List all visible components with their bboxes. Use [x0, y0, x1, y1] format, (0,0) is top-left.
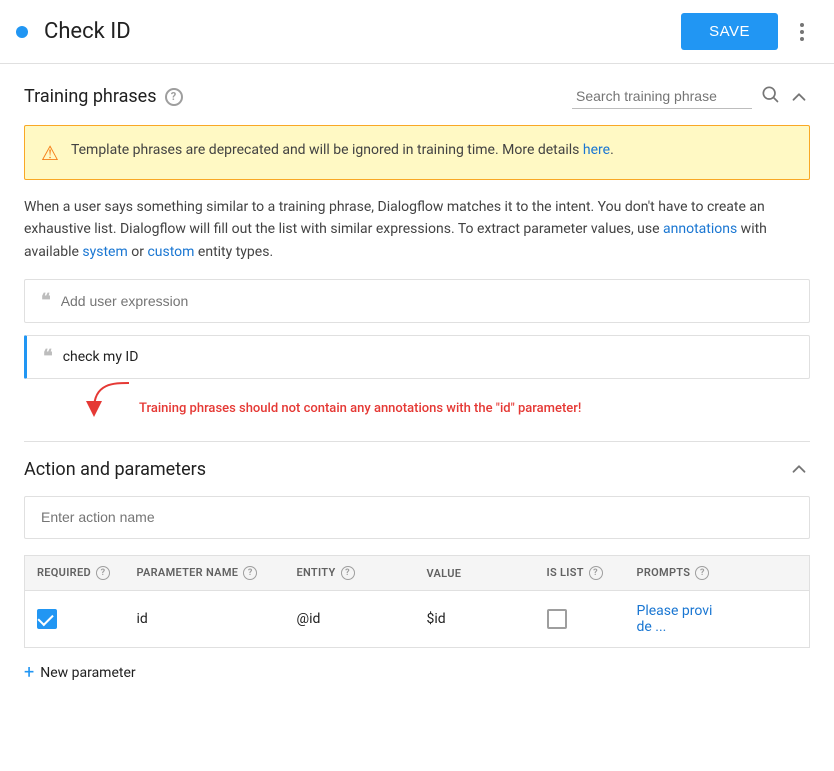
app-header: Check ID SAVE: [0, 0, 834, 64]
training-phrases-section-header: Training phrases ?: [24, 84, 810, 109]
col-required: REQUIRED ?: [25, 556, 125, 591]
search-icon[interactable]: [760, 84, 780, 109]
action-name-input[interactable]: [41, 509, 793, 525]
required-help-icon[interactable]: ?: [96, 566, 110, 580]
col-value: VALUE: [415, 556, 535, 591]
warning-banner: ⚠ Template phrases are deprecated and wi…: [24, 125, 810, 180]
prompts-cell: Please provide ...: [625, 591, 810, 648]
required-checkbox[interactable]: [37, 609, 57, 629]
add-expression-box: ❝: [24, 279, 810, 323]
entity-help-icon[interactable]: ?: [341, 566, 355, 580]
annotation-warning-text: Training phrases should not contain any …: [139, 401, 581, 416]
training-phrases-help-icon[interactable]: ?: [165, 88, 183, 106]
is-list-checkbox[interactable]: [547, 609, 567, 629]
prompts-help-icon[interactable]: ?: [695, 566, 709, 580]
phrase-row: ❝ check my ID: [24, 335, 810, 379]
entity-cell: @id: [285, 591, 415, 648]
col-is-list: IS LIST ?: [535, 556, 625, 591]
is-list-cell: [535, 591, 625, 648]
plus-icon: +: [24, 662, 34, 683]
quote-icon: ❝: [41, 292, 51, 310]
section-divider: [24, 441, 810, 442]
parameters-table: REQUIRED ? PARAMETER NAME ? ENTITY ? VAL…: [24, 555, 810, 648]
training-description: When a user says something similar to a …: [24, 196, 810, 263]
action-section-header: Action and parameters: [24, 458, 810, 480]
warning-link[interactable]: here: [583, 142, 610, 158]
page-title: Check ID: [44, 19, 681, 44]
phrase-quote-icon: ❝: [43, 348, 53, 366]
main-content: Training phrases ? ⚠ Template phrases ar…: [0, 64, 834, 703]
is-list-help-icon[interactable]: ?: [589, 566, 603, 580]
col-param-name: PARAMETER NAME ?: [125, 556, 285, 591]
value-value: $id: [427, 611, 446, 627]
required-cell: [25, 591, 125, 648]
entity-value: @id: [297, 611, 321, 627]
param-name-cell: id: [125, 591, 285, 648]
system-link[interactable]: system: [82, 244, 127, 260]
col-entity: ENTITY ?: [285, 556, 415, 591]
param-name-value: id: [137, 611, 148, 627]
annotation-warning-area: Training phrases should not contain any …: [24, 379, 810, 433]
collapse-training-phrases-button[interactable]: [788, 86, 810, 108]
param-name-help-icon[interactable]: ?: [243, 566, 257, 580]
action-and-parameters-section: Action and parameters REQUIRED ? PARAMET…: [24, 458, 810, 683]
section-title-row: Training phrases ?: [24, 86, 183, 107]
warning-icon: ⚠: [41, 141, 59, 165]
action-section-title: Action and parameters: [24, 459, 206, 480]
add-expression-input[interactable]: [61, 293, 793, 309]
annotation-arrow: [84, 379, 144, 421]
warning-text: Template phrases are deprecated and will…: [71, 140, 614, 161]
value-cell: $id: [415, 591, 535, 648]
search-row: [572, 84, 810, 109]
training-phrases-title: Training phrases: [24, 86, 157, 107]
save-button[interactable]: SAVE: [681, 13, 778, 50]
table-row: id @id $id Please provide ...: [25, 591, 810, 648]
custom-link[interactable]: custom: [147, 244, 194, 260]
new-parameter-label: New parameter: [40, 665, 135, 681]
more-menu-button[interactable]: [786, 16, 818, 48]
search-input[interactable]: [572, 84, 752, 109]
prompts-link[interactable]: Please provide ...: [637, 603, 713, 635]
phrase-text: check my ID: [63, 349, 139, 365]
table-header-row: REQUIRED ? PARAMETER NAME ? ENTITY ? VAL…: [25, 556, 810, 591]
collapse-action-button[interactable]: [788, 458, 810, 480]
status-dot: [16, 26, 28, 38]
action-name-box: [24, 496, 810, 539]
new-parameter-button[interactable]: + New parameter: [24, 662, 810, 683]
col-prompts: PROMPTS ?: [625, 556, 810, 591]
annotations-link[interactable]: annotations: [663, 221, 737, 237]
